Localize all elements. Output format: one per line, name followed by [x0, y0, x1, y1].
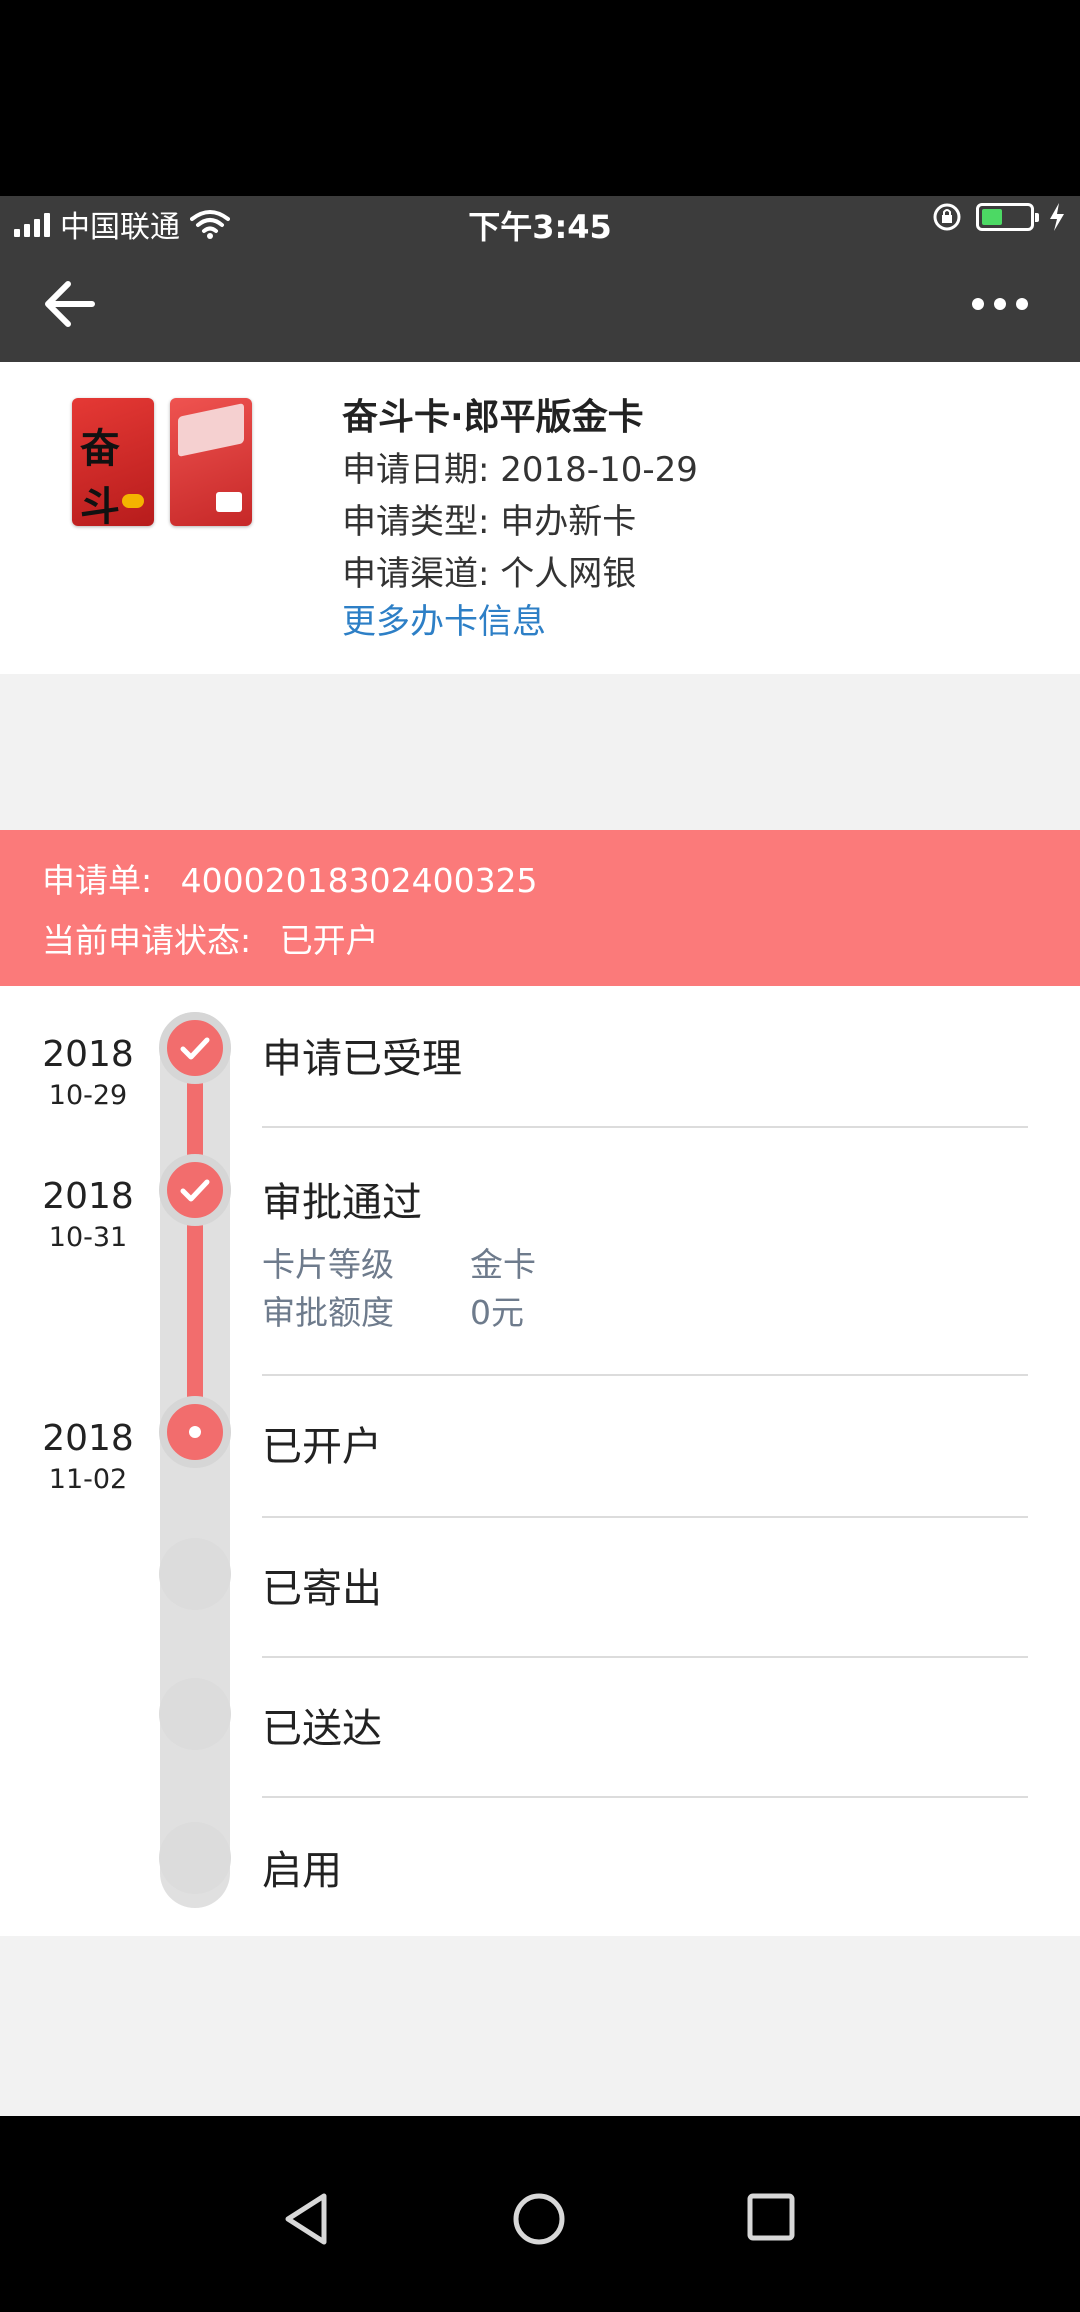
apply-date-value: 2018-10-29 — [500, 450, 698, 490]
android-recents-button[interactable] — [746, 2192, 796, 2246]
detail-value-card-level: 金卡 — [470, 1245, 536, 1284]
step-date-md: 10-29 — [48, 1080, 128, 1111]
check-icon — [180, 1179, 210, 1202]
timeline-progress-line — [187, 1046, 203, 1426]
more-dots-icon — [972, 298, 984, 310]
step-date-md: 10-31 — [48, 1222, 128, 1253]
step-node-pending — [159, 1678, 231, 1750]
step-divider — [262, 1656, 1028, 1658]
step-date-md: 11-02 — [48, 1464, 128, 1495]
step-label: 已开户 — [262, 1424, 382, 1470]
bottom-spacer — [0, 1936, 1080, 2116]
nav-bar — [0, 246, 1080, 362]
step-label: 已寄出 — [262, 1566, 382, 1612]
more-button[interactable] — [960, 276, 1040, 332]
android-back-button[interactable] — [282, 2192, 332, 2250]
step-node-done — [159, 1012, 231, 1084]
back-button[interactable] — [40, 276, 110, 332]
card-back-panel — [216, 492, 242, 512]
step-divider — [262, 1374, 1028, 1376]
step-label: 已送达 — [262, 1706, 382, 1752]
check-icon — [180, 1037, 210, 1060]
triangle-back-icon — [285, 2193, 327, 2245]
status-row: 当前申请状态: 已开户 — [42, 914, 379, 962]
apply-channel-row: 申请渠道: 个人网银 — [342, 546, 636, 595]
apply-date-label: 申请日期: — [342, 450, 490, 490]
square-recents-icon — [747, 2193, 795, 2241]
card-back-image — [170, 398, 252, 526]
more-dot — [994, 298, 1006, 310]
card-info-section: 奋斗 奋斗卡·郎平版金卡 申请日期: 2018-10-29 申请类型: 申办新卡… — [0, 362, 1080, 674]
rotation-lock-icon — [933, 203, 961, 231]
step-node-pending — [159, 1538, 231, 1610]
order-row: 申请单: 40002018302400325 — [42, 854, 538, 902]
status-time: 下午3:45 — [468, 208, 612, 246]
step-node-pending — [159, 1822, 231, 1894]
more-dot — [1016, 298, 1028, 310]
step-node-current — [159, 1396, 231, 1468]
detail-value-credit-limit: 0元 — [470, 1293, 524, 1332]
apply-channel-label: 申请渠道: — [342, 554, 490, 594]
step-node-done — [159, 1154, 231, 1226]
top-black-area — [0, 0, 1080, 196]
step-label: 审批通过 — [262, 1180, 422, 1226]
android-navigation-bar — [0, 2116, 1080, 2312]
card-brand-mark — [122, 494, 144, 508]
apply-date-row: 申请日期: 2018-10-29 — [342, 442, 698, 491]
apply-type-row: 申请类型: 申办新卡 — [342, 494, 636, 543]
progress-timeline: 2018 10-29 申请已受理 2018 10-31 审批通过 卡片等级 金卡… — [0, 986, 1080, 1936]
card-front-glyph: 奋斗 — [80, 425, 120, 530]
status-bar: 中国联通 下午3:45 — [0, 196, 1080, 246]
card-back-art — [178, 402, 244, 458]
detail-key-credit-limit: 审批额度 — [262, 1293, 394, 1332]
section-gap — [0, 674, 1080, 830]
status-label: 当前申请状态: — [42, 921, 252, 960]
arrow-left-icon — [45, 281, 95, 327]
order-number: 40002018302400325 — [180, 861, 538, 900]
step-label: 启用 — [262, 1848, 342, 1894]
status-value: 已开户 — [279, 921, 379, 960]
card-front-image: 奋斗 — [72, 398, 154, 530]
order-label: 申请单: — [42, 861, 153, 900]
card-title: 奋斗卡·郎平版金卡 — [342, 397, 644, 438]
step-divider — [262, 1796, 1028, 1798]
step-divider — [262, 1126, 1028, 1128]
apply-type-label: 申请类型: — [342, 502, 490, 542]
battery-icon — [976, 203, 1039, 231]
android-home-button[interactable] — [512, 2192, 566, 2250]
step-date-year: 2018 — [42, 1034, 134, 1075]
circle-home-icon — [513, 2193, 565, 2245]
more-card-info-link[interactable]: 更多办卡信息 — [342, 594, 546, 643]
apply-channel-value: 个人网银 — [500, 554, 637, 594]
step-label: 申请已受理 — [262, 1036, 462, 1082]
step-date-year: 2018 — [42, 1176, 134, 1217]
apply-type-value: 申办新卡 — [500, 502, 637, 542]
step-date-year: 2018 — [42, 1418, 134, 1459]
application-status-banner: 申请单: 40002018302400325 当前申请状态: 已开户 — [0, 830, 1080, 986]
detail-key-card-level: 卡片等级 — [262, 1245, 394, 1284]
current-dot-icon — [189, 1426, 201, 1438]
charging-bolt-icon — [1050, 203, 1064, 231]
step-divider — [262, 1516, 1028, 1518]
